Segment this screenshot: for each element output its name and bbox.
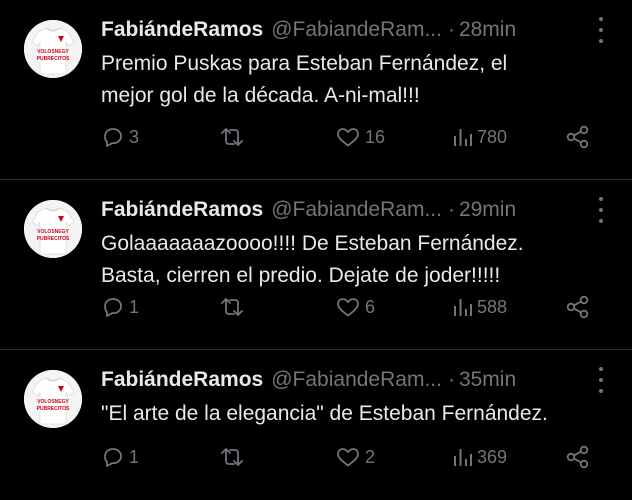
timestamp[interactable]: 35min <box>459 368 516 392</box>
avatar[interactable]: VOLOSNEGY PUBRECITOS <box>24 370 82 428</box>
reply-icon <box>104 128 122 147</box>
tweet-text: "El arte de la elegancia" de Esteban Fer… <box>101 398 611 430</box>
reply-button[interactable]: 1 <box>101 444 139 470</box>
author-handle[interactable]: @FabiandeRam... <box>271 18 442 42</box>
avatar-line-1: VOLOSNEGY <box>37 49 69 55</box>
retweet-button[interactable] <box>219 294 249 320</box>
separator-dot: · <box>447 368 455 391</box>
tweet-text-line: "El arte de la elegancia" de Esteban Fer… <box>101 402 548 425</box>
avatar-line-2: PUBRECITOS <box>37 56 70 62</box>
tweet-header: FabiándeRamos @FabiandeRam... · 35min <box>101 365 516 395</box>
avatar-line-1: VOLOSNEGY <box>37 229 69 235</box>
avatar-line-2: PUBRECITOS <box>37 236 70 242</box>
views-icon <box>454 129 472 146</box>
tweet-text: Golaaaaaaazoooo!!!! De Esteban Fernández… <box>101 228 611 292</box>
author-name[interactable]: FabiándeRamos <box>101 368 263 392</box>
more-icon[interactable] <box>596 17 606 43</box>
tweet-text: Premio Puskas para Esteban Fernández, el… <box>101 48 611 112</box>
like-button[interactable]: 6 <box>335 294 375 320</box>
tweet-text-line: Golaaaaaaazoooo!!!! De Esteban Fernández… <box>101 232 524 255</box>
more-icon[interactable] <box>596 367 606 393</box>
avatar-line-1: VOLOSNEGY <box>37 399 69 405</box>
retweet-icon <box>221 448 243 466</box>
share-icon <box>566 295 589 319</box>
like-icon <box>337 128 359 147</box>
more-icon[interactable] <box>596 197 606 223</box>
share-button[interactable] <box>565 444 591 470</box>
tweet-header: FabiándeRamos @FabiandeRam... · 29min <box>101 195 516 225</box>
separator-dot: · <box>447 18 455 41</box>
action-bar: 3 16 780 <box>101 124 601 150</box>
reply-count: 1 <box>129 446 140 467</box>
views-button[interactable]: 369 <box>451 444 507 470</box>
tweet-text-line: Premio Puskas para Esteban Fernández, el <box>101 52 508 75</box>
retweet-button[interactable] <box>219 124 249 150</box>
like-count: 2 <box>365 446 376 467</box>
avatar-icon: VOLOSNEGY PUBRECITOS <box>24 200 82 258</box>
reply-icon <box>104 448 122 467</box>
views-count: 369 <box>477 446 508 467</box>
views-button[interactable]: 588 <box>451 294 507 320</box>
tweet-text-line: Basta, cierren el predio. Dejate de jode… <box>101 264 501 287</box>
like-icon <box>337 298 359 317</box>
author-handle[interactable]: @FabiandeRam... <box>271 368 442 392</box>
share-icon <box>566 445 589 469</box>
retweet-icon <box>221 128 243 146</box>
tweet-text-line: mejor gol de la década. A-ni-mal!!! <box>101 84 420 107</box>
reply-button[interactable]: 1 <box>101 294 139 320</box>
tweet[interactable]: VOLOSNEGY PUBRECITOS FabiándeRamos @Fabi… <box>0 180 632 350</box>
avatar-icon: VOLOSNEGY PUBRECITOS <box>24 20 82 78</box>
author-name[interactable]: FabiándeRamos <box>101 198 263 222</box>
views-count: 588 <box>477 296 508 317</box>
views-icon <box>454 449 472 466</box>
like-button[interactable]: 16 <box>335 124 385 150</box>
avatar-icon: VOLOSNEGY PUBRECITOS <box>24 370 82 428</box>
share-button[interactable] <box>565 124 591 150</box>
avatar-line-2: PUBRECITOS <box>37 406 70 412</box>
avatar[interactable]: VOLOSNEGY PUBRECITOS <box>24 200 82 258</box>
action-bar: 1 6 588 <box>101 294 601 320</box>
timestamp[interactable]: 29min <box>459 198 516 222</box>
reply-button[interactable]: 3 <box>101 124 139 150</box>
views-count: 780 <box>477 126 508 147</box>
like-button[interactable]: 2 <box>335 444 375 470</box>
share-button[interactable] <box>565 294 591 320</box>
separator-dot: · <box>447 198 455 221</box>
author-handle[interactable]: @FabiandeRam... <box>271 198 442 222</box>
timestamp[interactable]: 28min <box>459 18 516 42</box>
tweet[interactable]: VOLOSNEGY PUBRECITOS FabiándeRamos @Fabi… <box>0 0 632 180</box>
avatar[interactable]: VOLOSNEGY PUBRECITOS <box>24 20 82 78</box>
action-bar: 1 2 369 <box>101 444 601 470</box>
like-icon <box>337 448 359 467</box>
reply-icon <box>104 298 122 317</box>
tweet[interactable]: VOLOSNEGY PUBRECITOS FabiándeRamos @Fabi… <box>0 350 632 500</box>
tweet-header: FabiándeRamos @FabiandeRam... · 28min <box>101 15 516 45</box>
retweet-icon <box>221 298 243 316</box>
share-icon <box>566 125 589 149</box>
views-button[interactable]: 780 <box>451 124 507 150</box>
reply-count: 1 <box>129 296 140 317</box>
views-icon <box>454 299 472 316</box>
like-count: 6 <box>365 296 376 317</box>
retweet-button[interactable] <box>219 444 249 470</box>
author-name[interactable]: FabiándeRamos <box>101 18 263 42</box>
like-count: 16 <box>365 126 386 147</box>
reply-count: 3 <box>129 126 140 147</box>
